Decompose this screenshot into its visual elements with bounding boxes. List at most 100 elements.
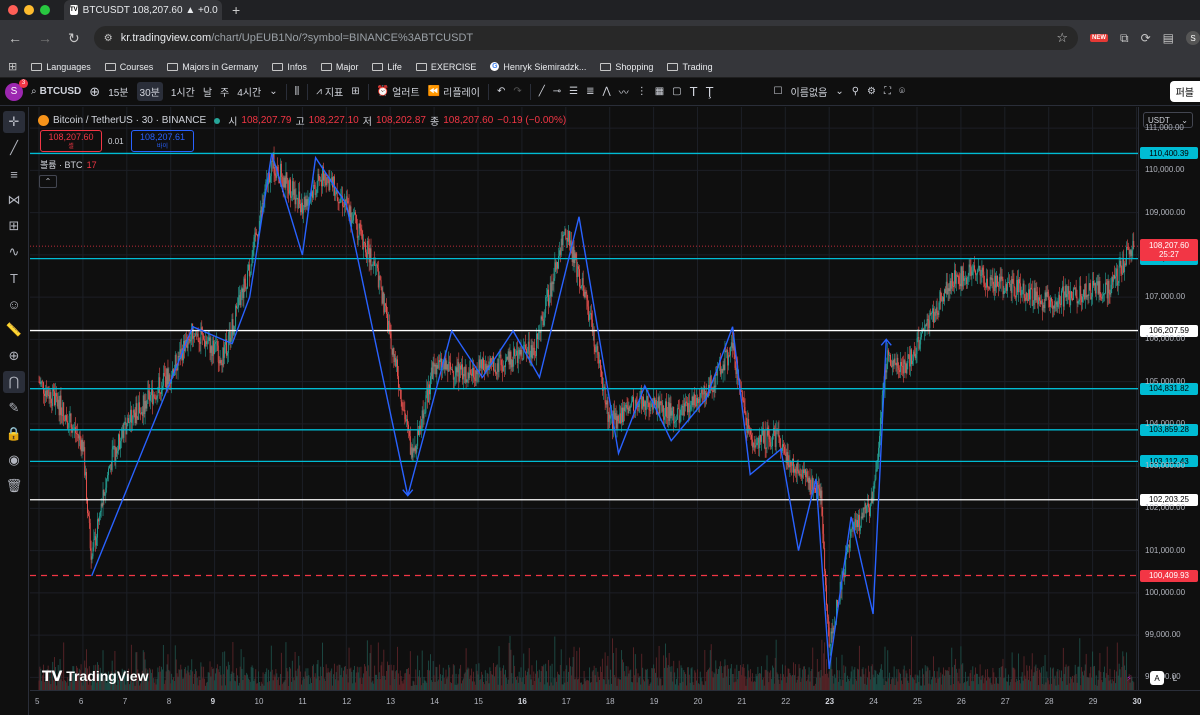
- time-axis[interactable]: A L ⚡ 5 6 7 8 9 10 11 12 13 14 15 16 17 18 19 20 21 22 23 2…: [30, 671, 1200, 715]
- bookmark-majors-in-germany[interactable]: Majors in Germany: [167, 62, 258, 72]
- line-tool-icon[interactable]: ╱: [3, 137, 25, 159]
- trash-icon[interactable]: 🗑: [3, 475, 25, 497]
- text-tool-icon[interactable]: T: [690, 84, 698, 99]
- new-extension-badge[interactable]: NEW: [1090, 34, 1109, 42]
- emoji-icon[interactable]: ☺: [3, 293, 25, 315]
- symbol-title[interactable]: Bitcoin / TetherUS · 30 · BINANCE: [53, 115, 206, 126]
- reload-icon[interactable]: ↻: [68, 30, 80, 47]
- long-position-icon[interactable]: ▦: [655, 86, 664, 97]
- price-axis[interactable]: USDT⌄ 110,400.39107,911.38106,207.59104,…: [1138, 107, 1200, 690]
- sync-icon[interactable]: ⟳: [1141, 31, 1151, 45]
- url-field[interactable]: ⚙ kr.tradingview.com/chart/UpEUB1No/?sym…: [93, 26, 1079, 50]
- close-window-button[interactable]: [8, 5, 18, 15]
- browser-tab[interactable]: TV BTCUSDT 108,207.60 ▲ +0.0 ✕: [64, 0, 222, 20]
- timeframe-day[interactable]: 날: [203, 84, 212, 99]
- bookmark-major[interactable]: Major: [320, 62, 358, 72]
- bookmark-infos[interactable]: Infos: [272, 62, 307, 72]
- bookmark-exercise[interactable]: EXERCISE: [415, 62, 476, 72]
- log-scale-button[interactable]: L: [1168, 671, 1182, 685]
- new-tab-button[interactable]: +: [232, 2, 240, 18]
- indicator-templates-icon[interactable]: ⊞: [351, 86, 359, 97]
- lock-icon[interactable]: 🔒: [3, 423, 25, 445]
- apps-grid-icon[interactable]: ⊞: [8, 60, 17, 73]
- parallel-channel-icon[interactable]: ☰: [569, 86, 578, 97]
- zigzag-drawing[interactable]: [91, 153, 892, 669]
- zoom-in-icon[interactable]: ⊕: [3, 345, 25, 367]
- back-arrow-icon[interactable]: ←: [8, 30, 22, 47]
- timeframe-4h[interactable]: 4시간: [237, 84, 261, 99]
- symbol-search[interactable]: ⌕ BTCUSD: [31, 86, 81, 97]
- extensions-puzzle-icon[interactable]: ⧉: [1120, 31, 1129, 46]
- auto-scale-button[interactable]: A: [1150, 671, 1164, 685]
- xabcd-pattern-icon[interactable]: ⋀: [603, 86, 611, 97]
- alert-button[interactable]: ⏰ 얼러트: [377, 84, 420, 99]
- sell-button[interactable]: 108,207.60 셀: [40, 130, 102, 152]
- collapse-legend-button[interactable]: ⌃: [39, 175, 57, 188]
- site-info-icon[interactable]: ⚙: [104, 33, 113, 44]
- browser-profile-avatar[interactable]: S: [1186, 31, 1200, 45]
- candle-body: [202, 334, 204, 336]
- trend-line-icon[interactable]: ╱: [539, 86, 545, 97]
- layout-name[interactable]: 이름없음: [791, 84, 828, 99]
- layout-checkbox-icon[interactable]: ☐: [774, 86, 783, 97]
- brush-tool-icon[interactable]: ∿: [3, 241, 25, 263]
- magnet-icon[interactable]: ⋂: [3, 371, 25, 393]
- bookmark-courses[interactable]: Courses: [104, 62, 153, 72]
- settings-gear-icon[interactable]: ⚙: [867, 86, 876, 97]
- rectangle-icon[interactable]: ▢: [672, 86, 681, 97]
- volume-bar: [462, 680, 463, 690]
- redo-icon[interactable]: ↷: [513, 86, 521, 97]
- fib-tool-icon[interactable]: ≡: [3, 163, 25, 185]
- replay-button[interactable]: ⏪ 리플레이: [428, 84, 480, 99]
- pattern-tool-icon[interactable]: ⋈: [3, 189, 25, 211]
- fib-retracement-icon[interactable]: ≣: [586, 86, 594, 97]
- bookmark-languages[interactable]: Languages: [31, 62, 91, 72]
- compare-symbol-button[interactable]: ⊕: [89, 84, 100, 100]
- minimize-window-button[interactable]: [24, 5, 34, 15]
- projection-tool-icon[interactable]: ⊞: [3, 215, 25, 237]
- time-tick-label: 20: [693, 697, 703, 706]
- horizontal-ray-icon[interactable]: ⊸: [553, 86, 561, 97]
- eye-icon[interactable]: ◉: [3, 449, 25, 471]
- volume-bar: [834, 674, 836, 690]
- publish-button[interactable]: 퍼블: [1169, 81, 1200, 102]
- candle-type-icon[interactable]: ⫼: [295, 86, 300, 97]
- candle-body: [766, 427, 768, 449]
- bookmark-henryk[interactable]: G Henryk Siemiradzk...: [490, 62, 586, 72]
- zigzag-line[interactable]: [91, 153, 887, 669]
- timeframe-dropdown-icon[interactable]: ⌄: [269, 86, 277, 97]
- ruler-icon[interactable]: 📏: [3, 319, 25, 341]
- crosshair-icon[interactable]: ✛: [3, 111, 25, 133]
- side-panel-icon[interactable]: ▤: [1163, 31, 1174, 45]
- price-tick-label: 103,000.00: [1145, 461, 1186, 471]
- horizontal-levels[interactable]: [30, 152, 1138, 577]
- timeframe-1h[interactable]: 1시간: [171, 84, 195, 99]
- timeframe-15m[interactable]: 15분: [108, 84, 128, 99]
- maximize-window-button[interactable]: [40, 5, 50, 15]
- bookmark-trading[interactable]: Trading: [667, 62, 713, 72]
- text-tool-icon[interactable]: T: [3, 267, 25, 289]
- undo-icon[interactable]: ↶: [497, 86, 505, 97]
- buy-button[interactable]: 108,207.61 바이: [131, 130, 194, 152]
- volume-bar: [184, 667, 186, 690]
- volume-bar: [599, 679, 601, 690]
- date-range-icon[interactable]: ⋮: [637, 86, 647, 97]
- camera-snapshot-icon[interactable]: ⌾: [899, 86, 905, 97]
- time-zone-icon[interactable]: ⚡: [1122, 671, 1136, 685]
- stay-in-drawing-icon[interactable]: ✎: [3, 397, 25, 419]
- timeframe-week[interactable]: 주: [220, 84, 229, 99]
- quick-search-icon[interactable]: ⚲: [852, 86, 859, 97]
- bookmark-life[interactable]: Life: [372, 62, 402, 72]
- volume-bar: [825, 673, 826, 690]
- bookmark-shopping[interactable]: Shopping: [600, 62, 653, 72]
- user-avatar[interactable]: S3: [5, 78, 28, 101]
- layout-dropdown-icon[interactable]: ⌄: [835, 86, 843, 97]
- forward-arrow-icon[interactable]: →: [38, 30, 52, 47]
- price-chart[interactable]: [30, 107, 1138, 690]
- text-note-icon[interactable]: Ţ: [706, 84, 714, 99]
- indicators-button[interactable]: ⩘ 지표: [316, 84, 343, 99]
- elliott-wave-icon[interactable]: 〰: [619, 84, 629, 99]
- fullscreen-icon[interactable]: ⛶: [884, 86, 891, 97]
- timeframe-30m[interactable]: 30분: [136, 82, 163, 101]
- bookmark-star-icon[interactable]: ☆: [1056, 30, 1068, 46]
